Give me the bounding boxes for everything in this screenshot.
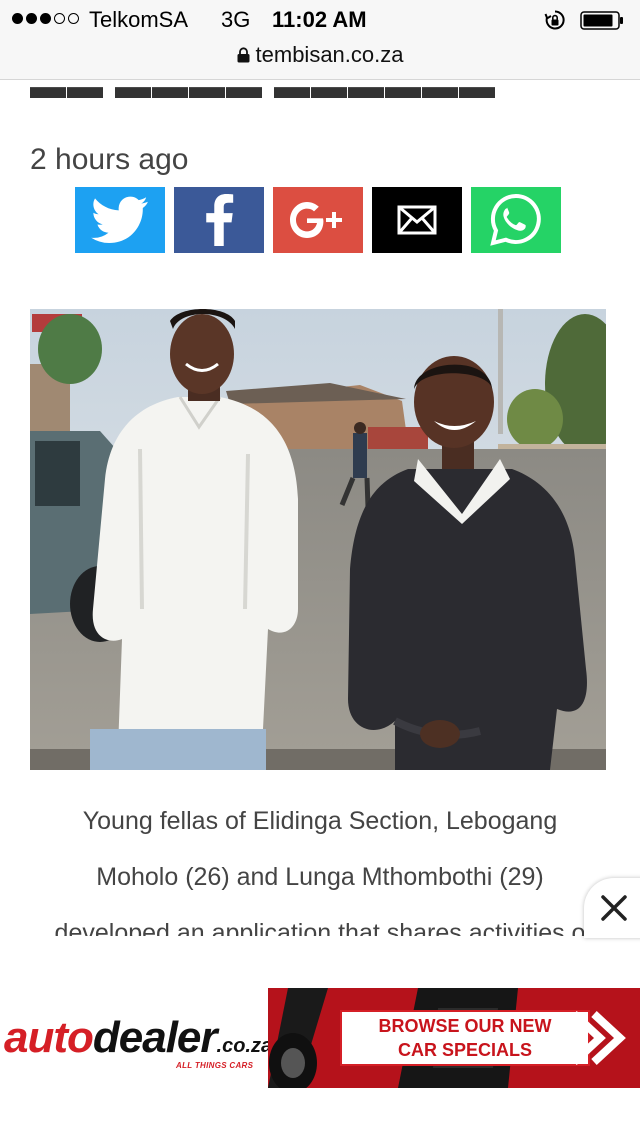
network-type: 3G <box>221 7 251 32</box>
close-icon <box>601 895 627 921</box>
battery-icon <box>580 11 623 30</box>
google-plus-share-button[interactable] <box>273 187 363 253</box>
twitter-bird-icon <box>91 196 148 244</box>
double-chevron-right-icon <box>571 1011 626 1065</box>
facebook-f-icon <box>206 194 234 246</box>
url-text: tembisan.co.za <box>255 42 404 67</box>
browser-top-bar: TelkomSA 3G 11:02 AM tembisan.co.za <box>0 0 640 80</box>
padlock-icon <box>237 47 250 63</box>
cta-line-1: BROWSE OUR NEW <box>378 1016 552 1036</box>
article-photo <box>30 309 606 770</box>
article-timestamp: 2 hours ago <box>30 143 189 176</box>
carrier-name: TelkomSA <box>89 7 189 32</box>
autodealer-ad-banner[interactable]: autodealer.co.za ALL THINGS CARS BROWSE … <box>0 988 640 1088</box>
address-bar[interactable]: tembisan.co.za <box>0 40 640 72</box>
email-share-button[interactable] <box>372 187 462 253</box>
facebook-share-button[interactable] <box>174 187 264 253</box>
autodealer-logo: autodealer.co.za <box>4 1013 273 1062</box>
twitter-share-button[interactable] <box>75 187 165 253</box>
rotation-lock-icon <box>544 10 565 30</box>
whatsapp-share-button[interactable] <box>471 187 561 253</box>
signal-strength-icon <box>12 13 79 24</box>
caption-line: Young fellas of Elidinga Section, Leboga… <box>82 807 558 835</box>
cta-line-2: CAR SPECIALS <box>397 1040 532 1060</box>
status-bar: TelkomSA 3G 11:02 AM <box>0 0 640 40</box>
caption-line: Moholo (26) and Lunga Mthombothi (29) <box>96 863 544 891</box>
envelope-icon <box>397 205 437 235</box>
ad-container: autodealer.co.za ALL THINGS CARS BROWSE … <box>0 936 640 1136</box>
close-ad-button[interactable] <box>584 878 640 938</box>
browse-car-specials-button[interactable]: BROWSE OUR NEW CAR SPECIALS <box>340 1010 590 1066</box>
status-time: 11:02 AM <box>272 7 367 32</box>
whatsapp-icon <box>490 193 541 246</box>
google-plus-icon <box>290 202 342 238</box>
ad-tagline: ALL THINGS CARS <box>176 1061 254 1070</box>
